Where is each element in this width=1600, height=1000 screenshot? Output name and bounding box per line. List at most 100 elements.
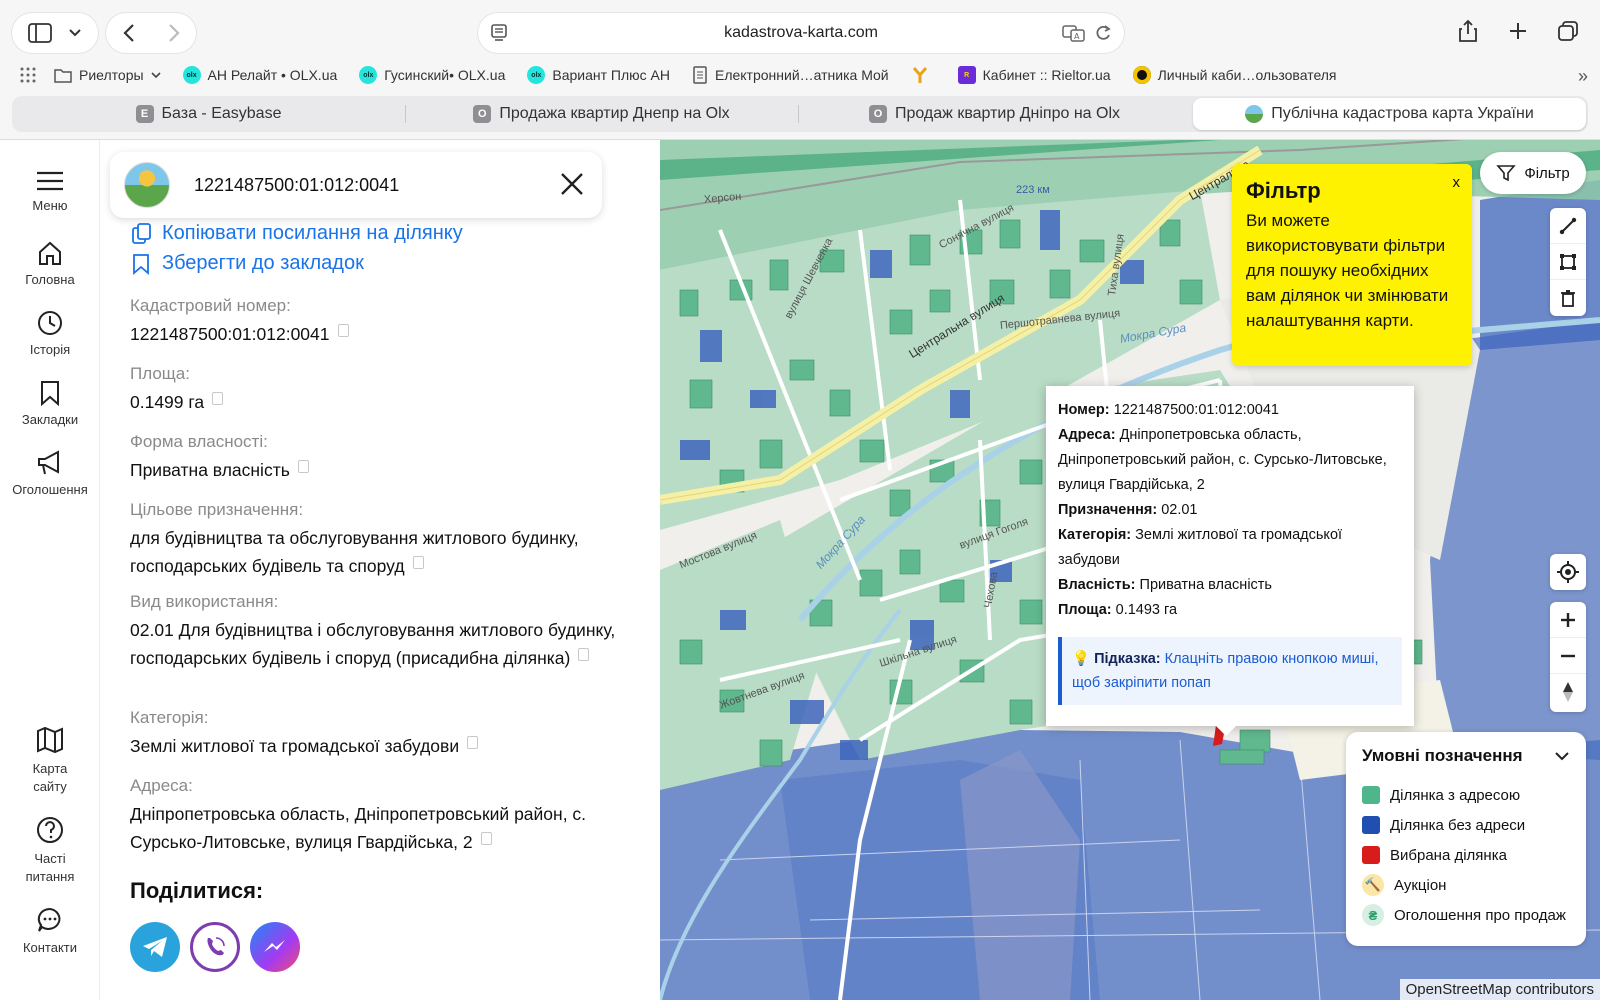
copy-icon[interactable] bbox=[467, 733, 482, 749]
rail-menu[interactable]: Меню bbox=[0, 170, 100, 213]
popup-hint: 💡 Підказка: Клацніть правою кнопкою миші… bbox=[1058, 637, 1402, 705]
legend-item: Вибрана ділянка bbox=[1362, 840, 1570, 870]
copy-icon[interactable] bbox=[212, 389, 227, 405]
filter-button[interactable]: Фільтр bbox=[1480, 152, 1586, 194]
field-label-cadastral: Кадастровий номер: bbox=[130, 296, 291, 315]
sidebar-toggle-button[interactable] bbox=[12, 13, 98, 53]
auction-hammer-icon: 🔨 bbox=[1362, 874, 1384, 896]
popup-area: Площа: 0.1493 га bbox=[1058, 602, 1178, 618]
copy-icon[interactable] bbox=[578, 645, 593, 661]
chevron-right-double-icon[interactable]: » bbox=[1578, 66, 1588, 87]
legend-item: Ділянка з адресою bbox=[1362, 780, 1570, 810]
bookmark-item[interactable]: Личный каби…ользователя bbox=[1132, 66, 1337, 84]
trash-icon bbox=[1561, 290, 1575, 307]
popup-purpose: Призначення: 02.01 bbox=[1058, 502, 1198, 518]
filter-icon bbox=[1496, 165, 1517, 182]
copy-link-button[interactable]: Копіювати посилання на ділянку bbox=[130, 222, 463, 245]
legend-header[interactable]: Умовні позначення bbox=[1362, 746, 1570, 766]
forward-icon[interactable] bbox=[167, 23, 181, 43]
megaphone-icon bbox=[38, 450, 59, 475]
zoom-in-button[interactable] bbox=[1550, 602, 1586, 638]
new-tab-button[interactable] bbox=[1500, 13, 1536, 49]
olx-icon: olx bbox=[527, 66, 546, 84]
draw-line-button[interactable] bbox=[1550, 208, 1586, 244]
field-value-usage: 02.01 Для будівництва і обслуговування ж… bbox=[130, 620, 616, 668]
map-attribution[interactable]: OpenStreetMap contributors bbox=[1399, 979, 1600, 1000]
field-label-purpose: Цільове призначення: bbox=[130, 500, 304, 519]
draw-toolbar bbox=[1550, 208, 1586, 316]
tab-easybase[interactable]: E База - Easybase bbox=[12, 96, 405, 132]
zoom-out-button[interactable] bbox=[1550, 638, 1586, 674]
filter-tooltip-close[interactable]: x bbox=[1453, 174, 1461, 191]
bookmark-item[interactable]: R Кабинет :: Rieltor.ua bbox=[957, 66, 1111, 84]
reload-icon[interactable] bbox=[1094, 23, 1112, 43]
telegram-share-button[interactable] bbox=[130, 922, 180, 972]
olx-tab-icon: O bbox=[473, 105, 492, 123]
rail-history[interactable]: Історія bbox=[0, 310, 100, 357]
messenger-share-button[interactable] bbox=[250, 922, 300, 972]
chat-icon bbox=[37, 907, 61, 932]
site-settings-icon[interactable] bbox=[490, 23, 508, 43]
nav-buttons bbox=[106, 13, 196, 53]
map-canvas[interactable]: Херсон 223 км Центральна вулиця Централь… bbox=[660, 140, 1600, 1000]
sidebar-icon bbox=[28, 23, 52, 43]
chevron-down-icon bbox=[69, 29, 81, 37]
viber-share-button[interactable] bbox=[190, 922, 240, 972]
bookmark-folder-rieltory[interactable]: Риелторы bbox=[54, 67, 161, 83]
chevron-down-icon[interactable] bbox=[1554, 751, 1570, 761]
polygon-tool-icon bbox=[1560, 253, 1576, 270]
bookmark-icon bbox=[133, 253, 149, 275]
tab-overview-button[interactable] bbox=[1550, 13, 1586, 49]
rail-contacts[interactable]: Контакти bbox=[0, 906, 100, 955]
rail-bookmarks[interactable]: Закладки bbox=[0, 380, 100, 427]
site-logo-icon bbox=[124, 162, 170, 208]
rail-faq[interactable]: Часті питання bbox=[0, 816, 100, 886]
rail-ads[interactable]: Оголошення bbox=[0, 450, 100, 497]
field-label-area: Площа: bbox=[130, 364, 190, 383]
olx-icon: olx bbox=[359, 66, 378, 84]
bookmark-item[interactable] bbox=[911, 66, 936, 84]
locate-me-button[interactable] bbox=[1550, 554, 1586, 590]
address-bar[interactable]: kadastrova-karta.com A bbox=[478, 13, 1124, 53]
field-label-usage: Вид використання: bbox=[130, 592, 279, 611]
popup-category: Категорія: Землі житлової та громадської… bbox=[1058, 527, 1343, 568]
tab-bar: E База - Easybase O Продажа квартир Днепр … bbox=[12, 96, 1588, 132]
popup-number: Номер: 1221487500:01:012:0041 bbox=[1058, 402, 1279, 418]
share-buttons bbox=[130, 922, 300, 972]
search-value[interactable]: 1221487500:01:012:0041 bbox=[194, 175, 399, 196]
field-value-cadastral: 1221487500:01:012:0041 bbox=[130, 320, 630, 348]
reset-bearing-button[interactable] bbox=[1550, 674, 1586, 710]
copy-icon[interactable] bbox=[297, 457, 312, 473]
copy-icon[interactable] bbox=[480, 829, 495, 845]
tabs-icon bbox=[1558, 21, 1578, 41]
delete-drawing-button[interactable] bbox=[1550, 280, 1586, 316]
tab-olx-dnepr-ru[interactable]: O Продажа квартир Днепр на Olx bbox=[405, 96, 798, 132]
bookmark-item[interactable]: Електронний…атника Мой bbox=[692, 66, 889, 84]
apps-grid-icon[interactable] bbox=[20, 67, 36, 83]
bookmark-item[interactable]: olx АН Релайт • OLX.ua bbox=[182, 66, 337, 84]
search-card[interactable]: 1221487500:01:012:0041 bbox=[110, 152, 602, 218]
telegram-icon bbox=[143, 937, 167, 957]
close-icon[interactable] bbox=[560, 172, 584, 196]
lightbulb-icon: 💡 bbox=[1072, 651, 1091, 667]
translate-icon[interactable]: A bbox=[1062, 23, 1086, 43]
bookmark-icon bbox=[41, 381, 59, 406]
easybase-icon: E bbox=[135, 105, 154, 123]
legend-swatch bbox=[1362, 846, 1380, 864]
bookmark-item[interactable]: olx Гусинский• OLX.ua bbox=[359, 66, 505, 84]
copy-icon[interactable] bbox=[337, 321, 352, 337]
rail-sitemap[interactable]: Карта сайту bbox=[0, 726, 100, 796]
share-button[interactable] bbox=[1450, 13, 1486, 49]
legend-swatch bbox=[1362, 786, 1380, 804]
copy-icon[interactable] bbox=[412, 553, 427, 569]
draw-polygon-button[interactable] bbox=[1550, 244, 1586, 280]
rail-home[interactable]: Головна bbox=[0, 240, 100, 287]
map-logo-icon bbox=[1245, 105, 1264, 123]
tab-cadastral-map[interactable]: Публічна кадастрова карта України bbox=[1193, 98, 1586, 130]
tab-olx-dnipro-ua[interactable]: O Продаж квартир Дніпро на Olx bbox=[798, 96, 1191, 132]
home-icon bbox=[39, 241, 61, 265]
plus-icon bbox=[1510, 23, 1526, 39]
bookmark-item[interactable]: olx Вариант Плюс АН bbox=[527, 66, 670, 84]
save-bookmark-button[interactable]: Зберегти до закладок bbox=[130, 252, 364, 275]
back-icon[interactable] bbox=[122, 23, 136, 43]
